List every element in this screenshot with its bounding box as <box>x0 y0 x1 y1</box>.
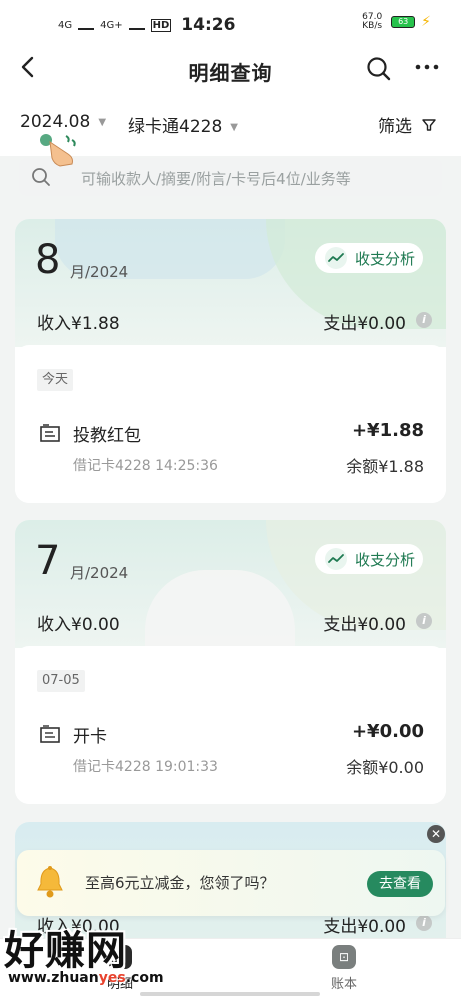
day-label: 07-05 <box>37 670 85 692</box>
month-header: 7 月/2024 收支分析 收入¥0.00 支出¥0.00 i <box>15 520 446 648</box>
site-watermark: 好赚网 www.zhuanyes.com <box>0 918 200 1000</box>
signal-icon <box>78 20 95 30</box>
bell-icon <box>37 866 63 898</box>
trend-icon <box>325 548 347 570</box>
watermark-url-highlight: yes <box>98 970 126 986</box>
expense-total: 支出¥0.00 <box>323 615 406 635</box>
clock: 14:26 <box>181 15 236 35</box>
status-bar: 4G 4G+ HD 14:26 67.0 KB/s 63 ⚡ <box>0 0 461 46</box>
month-card-august: 8 月/2024 收支分析 收入¥1.88 支出¥0.00 i 今天 投教红包 … <box>15 219 446 503</box>
month-year: 月/2024 <box>70 263 129 281</box>
more-button[interactable] <box>414 50 440 86</box>
search-icon <box>367 57 391 81</box>
tab-ledger[interactable]: ⊡ 账本 <box>304 945 384 992</box>
watermark-url: www.zhuanyes.com <box>8 970 164 986</box>
network-speed: 67.0 KB/s <box>362 12 383 31</box>
hd-badge: HD <box>150 18 172 32</box>
income-total: 收入¥1.88 <box>37 314 120 334</box>
receipt-icon <box>40 725 60 743</box>
search-button[interactable] <box>366 56 391 81</box>
month-header: 8 月/2024 收支分析 收入¥1.88 支出¥0.00 i <box>15 219 446 347</box>
info-icon[interactable]: i <box>416 613 432 629</box>
network-type-2: 4G+ <box>100 19 123 31</box>
month-number: 8 <box>35 237 61 283</box>
close-icon[interactable]: ✕ <box>427 825 445 843</box>
card-selector[interactable]: 绿卡通4228 ▼ <box>128 112 238 137</box>
analysis-label: 收支分析 <box>355 249 416 268</box>
transaction-detail: 借记卡4228 14:25:36 <box>73 458 218 474</box>
promo-banner[interactable]: 至高6元立减金，您领了吗？ 去查看 <box>17 850 445 916</box>
income-expense-analysis-button[interactable]: 收支分析 <box>315 243 423 273</box>
caret-down-icon: ▼ <box>230 121 238 133</box>
battery-icon: 63 <box>391 16 416 28</box>
nav-bar: 明细查询 <box>0 46 461 94</box>
month-number: 7 <box>35 538 61 584</box>
tab-label: 账本 <box>330 977 357 992</box>
receipt-icon <box>40 424 60 442</box>
month-year: 月/2024 <box>70 564 129 582</box>
transaction-name: 开卡 <box>73 727 107 747</box>
network-type-1: 4G <box>58 19 73 31</box>
watermark-title: 好赚网 <box>4 928 127 974</box>
watermark-url-prefix: www.zhuan <box>8 970 99 986</box>
filter-button[interactable]: 筛选 <box>378 112 436 137</box>
tap-hand-icon <box>40 134 76 167</box>
ledger-tab-icon: ⊡ <box>332 945 356 969</box>
trend-icon <box>325 247 347 269</box>
income-expense-analysis-button[interactable]: 收支分析 <box>315 544 423 574</box>
transaction-amount: +¥0.00 <box>351 721 424 742</box>
watermark-url-suffix: .com <box>125 970 164 986</box>
day-label: 今天 <box>37 369 74 391</box>
month-transactions: 07-05 开卡 +¥0.00 借记卡4228 19:01:33 余额¥0.00 <box>15 646 446 804</box>
transaction-name: 投教红包 <box>73 426 141 446</box>
income-total: 收入¥0.00 <box>37 615 120 635</box>
info-icon[interactable]: i <box>416 915 432 931</box>
promo-text: 至高6元立减金，您领了吗？ <box>85 874 275 892</box>
funnel-icon <box>422 118 436 136</box>
month-card-july: 7 月/2024 收支分析 收入¥0.00 支出¥0.00 i 07-05 开卡… <box>15 520 446 804</box>
info-icon[interactable]: i <box>416 312 432 328</box>
expense-total: 支出¥0.00 <box>323 314 406 334</box>
transaction-balance: 余额¥1.88 <box>346 457 424 476</box>
signal-icon-2 <box>128 20 145 30</box>
transaction-detail: 借记卡4228 19:01:33 <box>73 759 218 775</box>
caret-down-icon: ▼ <box>98 116 107 128</box>
search-placeholder: 可输收款人/摘要/附言/卡号后4位/业务等 <box>81 170 351 188</box>
more-dots-icon <box>415 64 439 70</box>
charging-icon: ⚡ <box>421 14 431 30</box>
header-illustration <box>145 570 295 648</box>
view-promo-button[interactable]: 去查看 <box>367 871 433 897</box>
transaction-balance: 余额¥0.00 <box>346 758 424 777</box>
transaction-amount: +¥1.88 <box>351 420 424 441</box>
month-transactions: 今天 投教红包 +¥1.88 借记卡4228 14:25:36 余额¥1.88 <box>15 345 446 503</box>
analysis-label: 收支分析 <box>355 550 416 569</box>
card-value: 绿卡通4228 <box>128 117 223 137</box>
search-icon <box>32 168 50 186</box>
filter-label: 筛选 <box>378 117 412 137</box>
